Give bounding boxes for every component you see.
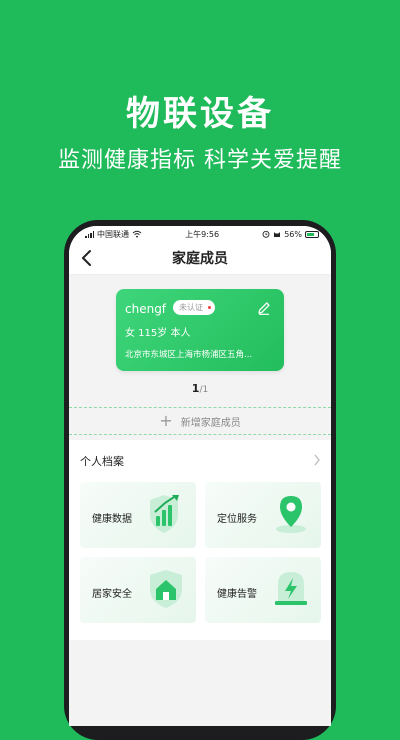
add-member-button[interactable]: + 新增家庭成员 [69,408,331,434]
cat-icon [274,232,281,237]
tile-health-data[interactable]: 健康数据 [80,482,196,548]
tile-label: 健康数据 [92,514,132,525]
add-member-label: 新增家庭成员 [180,417,241,429]
member-name: chengf [125,302,167,316]
pager-total: /1 [199,385,209,395]
hero-subtitle: 监测健康指标 科学关爱提醒 [58,148,342,173]
hero-title: 物联设备 [126,94,274,134]
wifi-icon [132,230,142,238]
badge-dot [208,306,211,309]
carrier-name: 中国联通 [97,229,129,239]
profile-panel: 个人档案 健康数据 定位服务 居家安全 健康告警 [69,440,331,640]
nav-bar: 家庭成员 [69,242,331,275]
status-time: 上午9:56 [185,229,220,239]
member-address: 北京市东城区上海市杨浦区五角... [125,350,253,360]
page-title: 家庭成员 [172,251,228,267]
phone-screen: 中国联通 上午9:56 56% 家庭成员 chengf 未认证 女 115岁 本… [69,226,331,726]
signal-icon [85,230,94,238]
profile-section-title: 个人档案 [80,455,124,468]
tile-label: 健康告警 [217,589,257,600]
verify-badge-label: 未认证 [179,303,203,312]
chart-shield-icon [150,495,179,533]
member-info: 女 115岁 本人 [125,328,191,339]
tile-home-safety[interactable]: 居家安全 [80,557,196,623]
status-bar: 中国联通 上午9:56 56% [69,226,331,242]
alarm-lightning-icon [275,572,307,605]
home-shield-icon [150,570,182,608]
battery-icon [305,230,319,238]
divider-bottom [69,434,331,435]
card-pager: 1/1 [69,382,331,395]
plus-icon: + [159,411,173,430]
tile-label: 定位服务 [217,514,257,525]
member-card[interactable]: chengf 未认证 女 115岁 本人 北京市东城区上海市杨浦区五角... [116,289,284,371]
tile-health-alert[interactable]: 健康告警 [205,557,321,623]
tile-location-service[interactable]: 定位服务 [205,482,321,548]
tile-label: 居家安全 [92,589,132,600]
location-pin-icon [276,496,306,533]
chevron-right-icon[interactable] [313,454,321,466]
alarm-icon [262,230,270,238]
back-arrow-icon[interactable] [77,248,97,268]
edit-icon[interactable] [256,300,272,316]
verify-badge[interactable]: 未认证 [173,300,215,315]
battery-percent: 56% [284,229,302,239]
